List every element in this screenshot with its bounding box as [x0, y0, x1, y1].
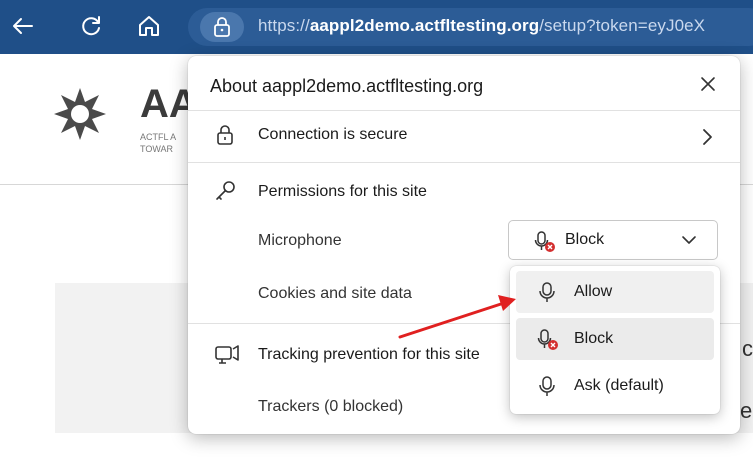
brand-tagline-1: ACTFL A	[140, 132, 177, 142]
microphone-permission-select[interactable]: Block	[508, 220, 718, 260]
permissions-heading: Permissions for this site	[258, 183, 427, 200]
lock-icon	[217, 125, 233, 145]
close-icon	[701, 77, 715, 91]
url-domain: aappl2demo.actfltesting.org	[309, 16, 540, 35]
page-text-fragment: e	[740, 398, 753, 423]
chevron-down-icon	[682, 236, 696, 244]
microphone-icon	[539, 282, 555, 302]
chevron-right-icon	[703, 129, 712, 145]
url-path: /setup?token=eyJ0eX	[539, 16, 706, 35]
menu-item-allow[interactable]: Allow	[516, 271, 714, 313]
page-text-fragment: c	[742, 336, 753, 361]
microphone-label: Microphone	[258, 232, 342, 249]
url-text[interactable]: https://aappl2demo.actfltesting.org/setu…	[258, 16, 705, 36]
brand-tagline-2: TOWAR	[140, 144, 173, 154]
microphone-select-value: Block	[565, 231, 605, 248]
divider	[188, 162, 740, 163]
site-info-button[interactable]	[200, 12, 244, 42]
back-arrow-icon[interactable]	[10, 13, 36, 39]
key-icon	[216, 181, 235, 200]
url-prefix: https://	[258, 16, 310, 35]
menu-item-ask-default[interactable]: Ask (default)	[516, 365, 714, 407]
home-icon[interactable]	[136, 13, 162, 39]
lock-icon	[214, 17, 230, 37]
connection-label: Connection is secure	[258, 126, 408, 143]
refresh-icon[interactable]	[78, 13, 104, 39]
menu-item-label: Ask (default)	[574, 377, 664, 394]
microphone-icon	[539, 376, 555, 396]
tracking-prevention-label: Tracking prevention for this site	[258, 346, 480, 363]
tracking-prevention-icon	[215, 345, 239, 364]
cookies-site-data-link[interactable]: Cookies and site data	[258, 285, 412, 303]
menu-item-label: Block	[574, 330, 614, 347]
close-button[interactable]	[694, 70, 722, 98]
trackers-count[interactable]: Trackers (0 blocked)	[258, 398, 403, 416]
menu-item-block[interactable]: Block	[516, 318, 714, 360]
microphone-blocked-icon	[537, 329, 558, 350]
flyout-title: About aappl2demo.actfltesting.org	[210, 76, 484, 96]
menu-item-label: Allow	[574, 283, 613, 300]
connection-row[interactable]: Connection is secure	[188, 111, 740, 163]
site-logo-icon	[54, 88, 106, 140]
microphone-blocked-icon	[534, 231, 555, 252]
microphone-permission-menu: Allow Block Ask (default)	[510, 266, 720, 414]
